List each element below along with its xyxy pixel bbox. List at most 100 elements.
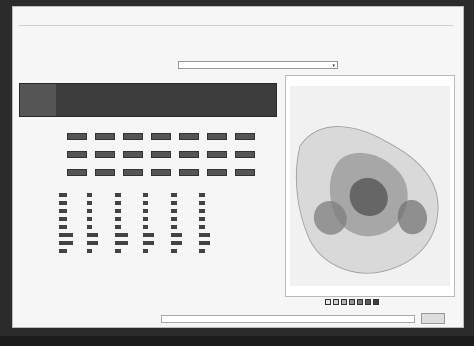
table-bar: [59, 249, 68, 253]
table-bar: [87, 193, 92, 197]
tab-bar: [19, 83, 277, 117]
legend-swatch: [357, 299, 363, 305]
segment-cell[interactable]: [235, 151, 255, 158]
scenario-select[interactable]: ▾: [178, 61, 338, 69]
table-bar: [87, 249, 92, 253]
table-bar: [143, 241, 154, 245]
table-bar: [199, 201, 205, 205]
table-row[interactable]: [19, 207, 229, 215]
table-bar: [59, 209, 68, 213]
segment-cell[interactable]: [235, 133, 255, 140]
status-bar: [0, 336, 474, 346]
table-bar: [87, 225, 92, 229]
table-bar: [59, 233, 74, 237]
table-row[interactable]: [19, 191, 229, 199]
table-bar: [143, 249, 148, 253]
segment-cell[interactable]: [123, 169, 143, 176]
segment-cell[interactable]: [67, 169, 87, 176]
segment-cell[interactable]: [95, 169, 115, 176]
main-page: ▾: [12, 6, 464, 328]
segment-cell[interactable]: [67, 133, 87, 140]
table-row[interactable]: [19, 223, 229, 231]
top-divider: [19, 25, 453, 26]
table-bar: [199, 233, 210, 237]
table-bar: [171, 225, 177, 229]
region-map[interactable]: [290, 86, 450, 286]
table-bar: [143, 225, 148, 229]
segment-cell[interactable]: [95, 151, 115, 158]
table-bar: [115, 225, 121, 229]
zip-table: [19, 191, 277, 261]
tab-5[interactable]: [180, 84, 216, 116]
table-bar: [59, 193, 68, 197]
table-bar: [115, 201, 121, 205]
table-bar: [143, 233, 154, 237]
tab-4[interactable]: [140, 84, 176, 116]
legend-swatch: [349, 299, 355, 305]
tab-3[interactable]: [100, 84, 136, 116]
map-legend: [285, 298, 453, 306]
tab-6[interactable]: [220, 84, 256, 116]
table-bar: [143, 209, 148, 213]
tab-1[interactable]: [20, 84, 56, 116]
table-bar: [115, 233, 129, 237]
table-bar: [171, 249, 177, 253]
segment-cell[interactable]: [179, 133, 199, 140]
table-bar: [87, 233, 98, 237]
table-bar: [143, 193, 148, 197]
footer-input[interactable]: [161, 315, 415, 323]
table-row[interactable]: [19, 215, 229, 223]
table-bar: [171, 217, 177, 221]
segment-cell[interactable]: [179, 151, 199, 158]
table-bar: [59, 201, 68, 205]
table-bar: [115, 217, 121, 221]
table-bar: [87, 241, 98, 245]
table-bar: [199, 217, 205, 221]
table-bar: [199, 241, 210, 245]
table-bar: [59, 217, 68, 221]
legend-swatch: [365, 299, 371, 305]
segment-cell[interactable]: [67, 151, 87, 158]
segment-cell[interactable]: [123, 151, 143, 158]
table-bar: [199, 193, 205, 197]
table-row[interactable]: [19, 239, 229, 247]
tab-2[interactable]: [60, 84, 96, 116]
segment-cell[interactable]: [207, 133, 227, 140]
chevron-down-icon[interactable]: ▾: [332, 62, 335, 70]
left-panel: [19, 77, 277, 261]
segment-row-1: [19, 131, 277, 143]
table-bar: [115, 241, 129, 245]
segment-row-2: [19, 149, 277, 161]
segment-cell[interactable]: [207, 151, 227, 158]
table-row[interactable]: [19, 231, 229, 239]
segment-cell[interactable]: [95, 133, 115, 140]
table-bar: [59, 225, 68, 229]
table-bar: [199, 249, 205, 253]
table-bar: [171, 233, 182, 237]
legend-swatch: [333, 299, 339, 305]
legend-swatch: [341, 299, 347, 305]
segment-cell[interactable]: [207, 169, 227, 176]
legend-swatch: [373, 299, 379, 305]
table-bar: [115, 249, 121, 253]
segment-cell[interactable]: [235, 169, 255, 176]
table-bar: [87, 201, 92, 205]
table-bar: [171, 209, 177, 213]
footer-button[interactable]: [421, 313, 445, 324]
table-bar: [143, 201, 148, 205]
segment-cell[interactable]: [151, 169, 171, 176]
table-bar: [171, 193, 177, 197]
segment-cell[interactable]: [123, 133, 143, 140]
table-bar: [199, 225, 205, 229]
table-bar: [115, 193, 121, 197]
table-bar: [171, 241, 182, 245]
table-bar: [87, 217, 92, 221]
table-bar: [199, 209, 205, 213]
table-row[interactable]: [19, 247, 229, 255]
table-row[interactable]: [19, 199, 229, 207]
segment-cell[interactable]: [179, 169, 199, 176]
map-panel[interactable]: [285, 75, 455, 297]
segment-cell[interactable]: [151, 133, 171, 140]
segment-cell[interactable]: [151, 151, 171, 158]
table-bar: [143, 217, 148, 221]
